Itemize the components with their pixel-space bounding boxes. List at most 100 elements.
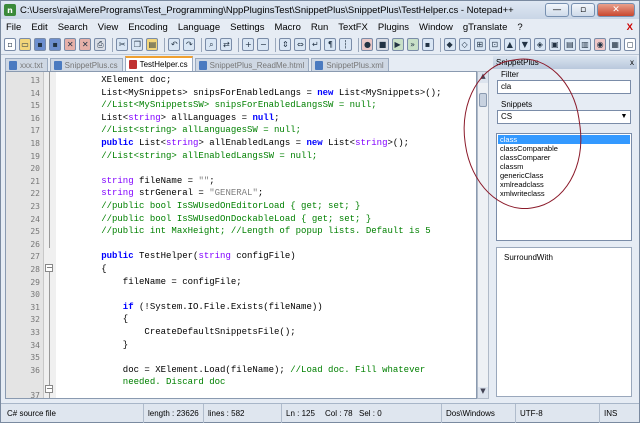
plugin-g-icon[interactable]: ▤ — [563, 38, 576, 51]
line-number: 22 — [30, 189, 40, 199]
replace-icon[interactable]: ⇄ — [220, 38, 233, 51]
minimize-button[interactable]: — — [545, 3, 569, 17]
snippet-list-item[interactable]: classComparer — [498, 153, 630, 162]
line-number: 21 — [30, 176, 40, 186]
plugin-f-icon[interactable]: ▣ — [548, 38, 561, 51]
tab-snippetplus-cs[interactable]: SnippetPlus.cs — [49, 58, 123, 71]
menu-textfx[interactable]: TextFX — [333, 22, 373, 33]
paste-icon[interactable]: ▤ — [146, 38, 159, 51]
plugin-b-icon[interactable]: ◇ — [458, 38, 471, 51]
menu-language[interactable]: Language — [173, 22, 225, 33]
sync-horizontal-icon[interactable]: ⇔ — [294, 38, 307, 51]
line-number: 25 — [30, 227, 40, 237]
menu-encoding[interactable]: Encoding — [123, 22, 173, 33]
run-macro-multiple-icon[interactable]: » — [406, 38, 419, 51]
close-all-icon[interactable]: ✕ — [79, 38, 92, 51]
filter-input[interactable]: cla — [497, 80, 631, 94]
fold-line — [49, 272, 50, 398]
menu-run[interactable]: Run — [306, 22, 333, 33]
toolbar-separator — [275, 37, 277, 52]
title-bar[interactable]: n C:\Users\raja\MerePrograms\Test_Progra… — [1, 1, 639, 19]
snippet-list-item[interactable]: genericClass — [498, 171, 630, 180]
play-macro-icon[interactable]: ▶ — [391, 38, 404, 51]
menu-settings[interactable]: Settings — [225, 22, 269, 33]
menu-view[interactable]: View — [93, 22, 123, 33]
code-token: //List<MySnippetsSW> snipsForEnabledLang… — [58, 100, 377, 111]
plugin-h-icon[interactable]: ▥ — [578, 38, 592, 51]
save-macro-icon[interactable]: ▪ — [421, 38, 434, 51]
snippet-list-item[interactable]: class — [498, 135, 630, 144]
plugin-j-icon[interactable]: ▦ — [609, 38, 622, 51]
status-line-number: Ln : 125 — [281, 404, 321, 423]
chevron-down-icon[interactable]: ▼ — [618, 111, 630, 123]
show-all-chars-icon[interactable]: ¶ — [324, 38, 337, 51]
scroll-thumb[interactable] — [479, 93, 487, 107]
surroundwith-box[interactable]: SurroundWith — [496, 247, 632, 397]
editor-vertical-scrollbar[interactable]: ▲ ▼ — [477, 71, 489, 399]
toolbar-separator — [201, 37, 203, 52]
scroll-up-icon[interactable]: ▲ — [478, 72, 488, 83]
code-token: List<MySnippets>(); — [333, 87, 442, 98]
scroll-down-icon[interactable]: ▼ — [478, 387, 488, 398]
record-macro-icon[interactable]: ● — [361, 38, 374, 51]
find-icon[interactable]: ⌕ — [205, 38, 218, 51]
zoom-in-icon[interactable]: + — [242, 38, 255, 51]
menu-help[interactable]: ? — [512, 22, 527, 33]
tab-snippetplus-xml[interactable]: SnippetPlus.xml — [311, 58, 389, 71]
tab-snippetplus-readme[interactable]: SnippetPlus_ReadMe.html — [194, 58, 310, 71]
menu-plugins[interactable]: Plugins — [373, 22, 414, 33]
plugin-a-icon[interactable]: ◆ — [443, 38, 456, 51]
indent-guide-icon[interactable]: ┆ — [339, 38, 352, 51]
plugin-i-icon[interactable]: ◉ — [594, 38, 607, 51]
tab-label: SnippetPlus.cs — [64, 60, 118, 70]
code-editor[interactable]: 13 14 15 16 17 18 19 20 21 22 23 24 25 26 27 28 29 30 31 32… — [5, 71, 477, 399]
tab-testhelper-cs[interactable]: TestHelper.cs — [124, 56, 193, 71]
panel-close-icon[interactable]: x — [630, 58, 634, 67]
line-number: 18 — [30, 139, 40, 148]
print-icon[interactable]: ⎙ — [94, 38, 107, 51]
code-line: needed. Discard doc — [58, 377, 226, 388]
snippet-list-item[interactable]: xmlwriteclass — [498, 189, 630, 198]
menu-window[interactable]: Window — [414, 22, 458, 33]
fold-toggle-icon[interactable]: − — [45, 264, 53, 272]
menu-file[interactable]: File — [1, 22, 26, 33]
status-insert-mode: INS — [599, 404, 637, 423]
menu-gtranslate[interactable]: gTranslate — [458, 22, 513, 33]
copy-icon[interactable]: ❐ — [131, 38, 144, 51]
menu-edit[interactable]: Edit — [26, 22, 52, 33]
line-number: 33 — [30, 328, 40, 337]
plugin-d-icon[interactable]: ⊡ — [488, 38, 501, 51]
save-icon[interactable]: ▪ — [34, 38, 47, 51]
plugin-c-icon[interactable]: ⊞ — [473, 38, 486, 51]
save-all-icon[interactable]: ▪ — [49, 38, 62, 51]
stop-record-icon[interactable]: ■ — [376, 38, 389, 51]
maximize-button[interactable]: ▫ — [571, 3, 595, 17]
snippet-list-item[interactable]: classComparable — [498, 144, 630, 153]
sync-vertical-icon[interactable]: ⇕ — [279, 38, 292, 51]
code-line: fileName = configFile; — [58, 277, 242, 288]
close-button[interactable]: ✕ — [597, 3, 635, 17]
snippets-language-select[interactable]: CS ▼ — [497, 110, 631, 124]
fold-toggle-icon[interactable]: − — [45, 385, 53, 393]
close-file-icon[interactable]: ✕ — [64, 38, 77, 51]
status-eol: Dos\Windows — [441, 404, 513, 423]
plugin-e-icon[interactable]: ◈ — [533, 38, 546, 51]
menu-search[interactable]: Search — [53, 22, 93, 33]
open-folder-icon[interactable]: ▭ — [19, 38, 32, 51]
triangle-down-icon[interactable]: ▼ — [518, 38, 531, 51]
fold-margin: − − — [44, 72, 56, 398]
snippet-list-item[interactable]: xmlreadclass — [498, 180, 630, 189]
triangle-up-icon[interactable]: ▲ — [503, 38, 516, 51]
new-file-icon[interactable]: ▫ — [4, 38, 17, 51]
snippetplus-icon[interactable]: ◻ — [624, 38, 637, 51]
menu-macro[interactable]: Macro — [269, 22, 305, 33]
word-wrap-icon[interactable]: ↵ — [309, 38, 322, 51]
zoom-out-icon[interactable]: − — [257, 38, 270, 51]
tab-xxx-txt[interactable]: xxx.txt — [5, 58, 48, 71]
cut-icon[interactable]: ✂ — [116, 38, 129, 51]
close-document-button[interactable]: X — [622, 22, 639, 33]
redo-icon[interactable]: ↷ — [183, 38, 196, 51]
snippet-list-item[interactable]: classm — [498, 162, 630, 171]
undo-icon[interactable]: ↶ — [168, 38, 181, 51]
snippet-list[interactable]: class classComparable classComparer classm g… — [496, 133, 632, 241]
